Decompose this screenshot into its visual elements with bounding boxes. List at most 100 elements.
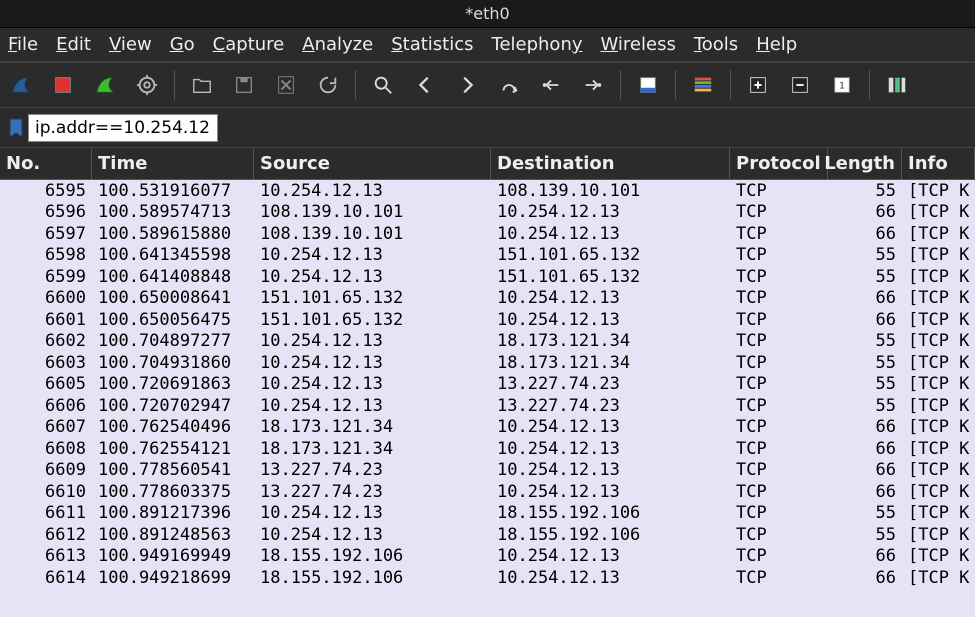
save-file-button[interactable] (227, 68, 261, 102)
packet-row[interactable]: 6614100.94921869918.155.192.10610.254.12… (0, 567, 975, 589)
packet-row[interactable]: 6597100.589615880108.139.10.10110.254.12… (0, 223, 975, 245)
menu-edit[interactable]: Edit (56, 34, 91, 55)
start-capture-button[interactable] (4, 68, 38, 102)
toolbar-separator (869, 70, 870, 100)
go-first-packet-button[interactable] (534, 68, 568, 102)
auto-scroll-button[interactable] (631, 68, 665, 102)
shark-fin-icon (10, 74, 32, 96)
cell-source: 151.101.65.132 (254, 288, 491, 308)
packet-row[interactable]: 6600100.650008641151.101.65.13210.254.12… (0, 288, 975, 310)
cell-length: 55 (828, 374, 902, 394)
packet-row[interactable]: 6607100.76254049618.173.121.3410.254.12.… (0, 417, 975, 439)
menu-tools[interactable]: Tools (694, 34, 738, 55)
cell-protocol: TCP (730, 460, 828, 480)
cell-destination: 18.155.192.106 (491, 503, 730, 523)
column-header-no[interactable]: No. (0, 148, 92, 179)
packet-list: No. Time Source Destination Protocol Len… (0, 148, 975, 617)
packet-row[interactable]: 6596100.589574713108.139.10.10110.254.12… (0, 202, 975, 224)
packet-row[interactable]: 6606100.72070294710.254.12.1313.227.74.2… (0, 395, 975, 417)
packet-row[interactable]: 6595100.53191607710.254.12.13108.139.10.… (0, 180, 975, 202)
menu-file[interactable]: File (8, 34, 38, 55)
cell-destination: 13.227.74.23 (491, 396, 730, 416)
window-title: *eth0 (465, 4, 509, 23)
column-header-destination[interactable]: Destination (491, 148, 730, 179)
zoom-in-icon (747, 74, 769, 96)
arrow-left-icon (414, 74, 436, 96)
toolbar-separator (620, 70, 621, 100)
cell-protocol: TCP (730, 202, 828, 222)
go-last-packet-button[interactable] (576, 68, 610, 102)
display-filter-input[interactable] (28, 114, 218, 142)
cell-destination: 10.254.12.13 (491, 568, 730, 588)
menu-view[interactable]: View (109, 34, 152, 55)
packet-row[interactable]: 6602100.70489727710.254.12.1318.173.121.… (0, 331, 975, 353)
cell-source: 10.254.12.13 (254, 245, 491, 265)
cell-destination: 10.254.12.13 (491, 202, 730, 222)
cell-length: 55 (828, 181, 902, 201)
stop-capture-button[interactable] (46, 68, 80, 102)
zoom-reset-button[interactable]: 1 (825, 68, 859, 102)
cell-protocol: TCP (730, 310, 828, 330)
cell-source: 13.227.74.23 (254, 460, 491, 480)
column-header-length[interactable]: Length (828, 148, 902, 179)
cell-source: 18.155.192.106 (254, 568, 491, 588)
cell-info: [TCP K (902, 267, 975, 287)
gear-icon (136, 74, 158, 96)
cell-destination: 18.173.121.34 (491, 353, 730, 373)
restart-capture-button[interactable] (88, 68, 122, 102)
cell-protocol: TCP (730, 525, 828, 545)
cell-protocol: TCP (730, 224, 828, 244)
cell-info: [TCP K (902, 310, 975, 330)
cell-destination: 18.173.121.34 (491, 331, 730, 351)
menu-telephony[interactable]: Telephony (492, 34, 583, 55)
cell-protocol: TCP (730, 482, 828, 502)
column-header-source[interactable]: Source (254, 148, 491, 179)
close-file-button[interactable] (269, 68, 303, 102)
packet-row[interactable]: 6608100.76255412118.173.121.3410.254.12.… (0, 438, 975, 460)
cell-source: 18.155.192.106 (254, 546, 491, 566)
packet-row[interactable]: 6609100.77856054113.227.74.2310.254.12.1… (0, 460, 975, 482)
packet-row[interactable]: 6613100.94916994918.155.192.10610.254.12… (0, 546, 975, 568)
packet-row[interactable]: 6611100.89121739610.254.12.1318.155.192.… (0, 503, 975, 525)
menu-statistics[interactable]: Statistics (391, 34, 473, 55)
open-file-button[interactable] (185, 68, 219, 102)
cell-no: 6606 (0, 396, 92, 416)
packet-row[interactable]: 6605100.72069186310.254.12.1313.227.74.2… (0, 374, 975, 396)
zoom-out-button[interactable] (783, 68, 817, 102)
cell-source: 10.254.12.13 (254, 353, 491, 373)
find-packet-button[interactable] (366, 68, 400, 102)
cell-time: 100.891248563 (92, 525, 254, 545)
menu-wireless[interactable]: Wireless (601, 34, 676, 55)
packet-row[interactable]: 6612100.89124856310.254.12.1318.155.192.… (0, 524, 975, 546)
colorize-button[interactable] (686, 68, 720, 102)
menu-go[interactable]: Go (170, 34, 195, 55)
resize-columns-button[interactable] (880, 68, 914, 102)
packet-row[interactable]: 6601100.650056475151.101.65.13210.254.12… (0, 309, 975, 331)
column-header-info[interactable]: Info (902, 148, 975, 179)
cell-time: 100.641345598 (92, 245, 254, 265)
packet-row[interactable]: 6603100.70493186010.254.12.1318.173.121.… (0, 352, 975, 374)
go-forward-button[interactable] (450, 68, 484, 102)
menu-analyze[interactable]: Analyze (302, 34, 373, 55)
cell-info: [TCP K (902, 331, 975, 351)
cell-source: 18.173.121.34 (254, 439, 491, 459)
menu-help[interactable]: Help (756, 34, 797, 55)
cell-source: 108.139.10.101 (254, 224, 491, 244)
packet-row[interactable]: 6599100.64140884810.254.12.13151.101.65.… (0, 266, 975, 288)
go-back-button[interactable] (408, 68, 442, 102)
column-header-time[interactable]: Time (92, 148, 254, 179)
menu-capture[interactable]: Capture (213, 34, 285, 55)
cell-length: 55 (828, 525, 902, 545)
cell-source: 18.173.121.34 (254, 417, 491, 437)
packet-row[interactable]: 6598100.64134559810.254.12.13151.101.65.… (0, 245, 975, 267)
cell-destination: 10.254.12.13 (491, 288, 730, 308)
filter-bookmark-button[interactable] (4, 114, 28, 142)
reload-button[interactable] (311, 68, 345, 102)
column-header-protocol[interactable]: Protocol (730, 148, 828, 179)
cell-destination: 151.101.65.132 (491, 245, 730, 265)
zoom-in-button[interactable] (741, 68, 775, 102)
capture-options-button[interactable] (130, 68, 164, 102)
cell-no: 6597 (0, 224, 92, 244)
packet-row[interactable]: 6610100.77860337513.227.74.2310.254.12.1… (0, 481, 975, 503)
jump-to-packet-button[interactable] (492, 68, 526, 102)
